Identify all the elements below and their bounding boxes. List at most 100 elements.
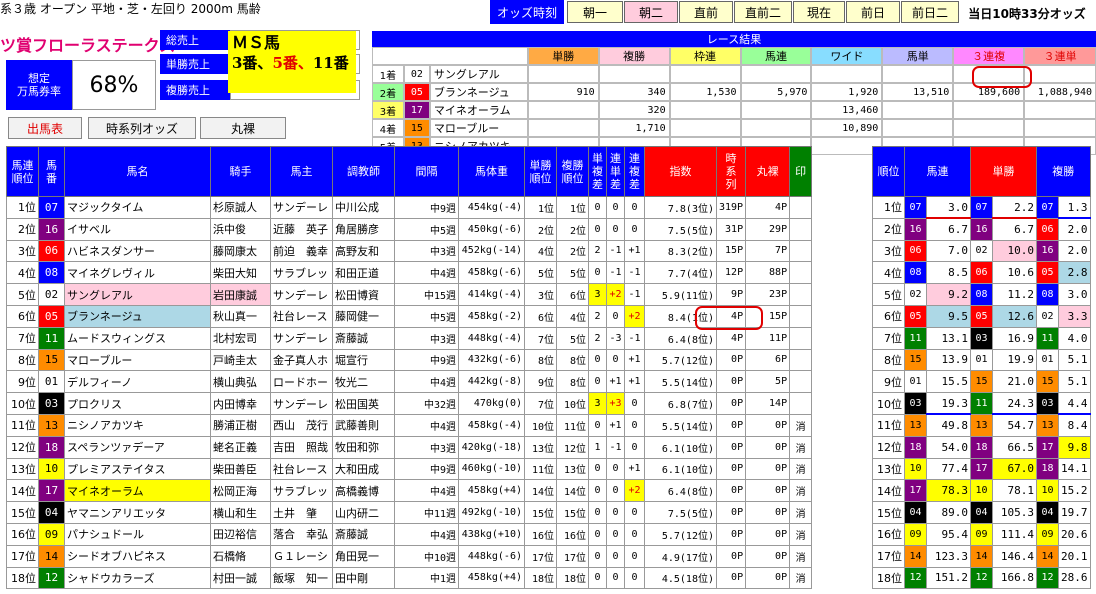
horse-weight: 458kg(-2) — [458, 304, 525, 328]
horse-rank: 5位 — [6, 283, 39, 306]
col-header-0[interactable]: 馬連 順位 — [6, 146, 39, 197]
result-place: 1着 — [372, 65, 404, 83]
col-header-13[interactable]: 指数 — [644, 146, 717, 197]
col-header-10[interactable]: 単複差 — [588, 146, 607, 197]
time-tab-4[interactable]: 現在 — [793, 1, 845, 23]
horse-weight: 442kg(-8) — [458, 370, 525, 394]
horse-jockey: 勝浦正樹 — [210, 413, 271, 437]
horse-mark — [789, 283, 813, 306]
horse-naked: 6P — [745, 348, 791, 372]
time-tab-6[interactable]: 前日二 — [901, 1, 959, 23]
horse-ts: 15P — [715, 239, 747, 263]
side-header-2[interactable]: 単勝 — [970, 146, 1037, 197]
horse-row[interactable]: 9位 01 デルフィーノ 横山典弘 ロードホー 牧光二 中4週 442kg(-8) 9位 8位 0 +… — [6, 370, 813, 394]
horse-num: 13 — [38, 413, 65, 437]
horse-row[interactable]: 14位 17 マイネオーラム 松岡正海 サラブレッ 高橋義博 中4週 458kg(+4) 14位… — [6, 479, 813, 503]
horse-weight: 414kg(-4) — [458, 283, 525, 306]
col-header-16[interactable]: 印 — [789, 146, 813, 197]
horse-d2: -1 — [606, 435, 625, 459]
horse-name: シードオブハピネス — [64, 544, 211, 568]
horse-trainer: 高野友和 — [332, 239, 395, 263]
timeseries-odds-button[interactable]: 時系列オッズ — [88, 117, 196, 139]
result-payout: 1,920 — [811, 83, 883, 101]
horse-d1: 0 — [588, 261, 607, 285]
horse-d1: 0 — [588, 217, 607, 241]
horse-jockey: 藤岡康太 — [210, 239, 271, 263]
horse-interval: 中9週 — [394, 348, 459, 372]
side-header-3[interactable]: 複勝 — [1036, 146, 1091, 197]
horse-index: 5.5(14位) — [644, 413, 717, 437]
horse-d2: 0 — [606, 479, 625, 503]
naked-button[interactable]: 丸裸 — [200, 117, 286, 139]
horse-row[interactable]: 6位 05 ブランネージュ 秋山真一 社台レース 藤岡健一 中5週 458kg(-2) 6位 4位… — [6, 304, 813, 328]
col-header-7[interactable]: 馬体重 — [458, 146, 525, 197]
horse-naked: 4P — [745, 196, 791, 219]
horse-owner: サンデーレ — [270, 392, 333, 415]
horse-d2: +1 — [606, 370, 625, 394]
horse-weight: 460kg(-10) — [458, 457, 525, 481]
side-horse-num: 13 — [970, 413, 993, 437]
horse-interval: 中4週 — [394, 522, 459, 546]
horse-row[interactable]: 3位 06 ハビネスダンサー 藤岡康太 前迫 義幸 高野友和 中3週 452kg(-14) 4位… — [6, 239, 813, 263]
side-header-0[interactable]: 順位 — [872, 146, 905, 197]
horse-row[interactable]: 10位 03 プロクリス 内田博幸 サンデーレ 松田国英 中32週 470kg(0) 7位 10位… — [6, 392, 813, 415]
result-payout — [669, 101, 741, 119]
side-horse-num: 12 — [970, 566, 993, 590]
horse-row[interactable]: 13位 10 プレミアステイタス 柴田善臣 社台レース 大和田成 中9週 460kg(-10)… — [6, 457, 813, 481]
entry-table-button[interactable]: 出馬表 — [8, 117, 82, 139]
side-rank: 9位 — [872, 370, 905, 394]
horse-ts: 0P — [715, 501, 747, 524]
col-header-6[interactable]: 間隔 — [394, 146, 459, 197]
side-odds: 3.3 — [1058, 304, 1091, 328]
horse-trainer: 田中剛 — [332, 566, 395, 590]
horse-name: サングレアル — [64, 283, 211, 306]
horse-rank: 6位 — [6, 304, 39, 328]
horse-row[interactable]: 16位 09 パナシュドール 田辺裕信 落合 幸弘 斎藤誠 中4週 438kg(+10) 16位… — [6, 522, 813, 546]
time-tab-0[interactable]: 朝一 — [567, 1, 623, 23]
horse-row[interactable]: 2位 16 イサベル 浜中俊 近藤 英子 角居勝彦 中5週 450kg(-6) 2位 2位 0 0 0 7… — [6, 217, 813, 241]
time-tab-2[interactable]: 直前 — [679, 1, 733, 23]
col-header-2[interactable]: 馬名 — [64, 146, 211, 197]
horse-d1: 2 — [588, 304, 607, 328]
side-horse-num: 11 — [970, 392, 993, 415]
col-header-12[interactable]: 連複差 — [624, 146, 645, 197]
time-tab-3[interactable]: 直前二 — [734, 1, 792, 23]
col-header-15[interactable]: 丸裸 — [745, 146, 791, 197]
col-header-14[interactable]: 時系列 — [715, 146, 747, 197]
horse-row[interactable]: 11位 13 ニシノアカツキ 勝浦正樹 西山 茂行 武藤善則 中4週 458kg(-4) 10位… — [6, 413, 813, 437]
horse-mark: 消 — [789, 544, 813, 568]
horse-row[interactable]: 7位 11 ムードスウィングス 北村宏司 サンデーレ 斎藤誠 中3週 448kg(-4) 7位 5… — [6, 326, 813, 350]
col-header-4[interactable]: 馬主 — [270, 146, 333, 197]
horse-naked: 5P — [745, 370, 791, 394]
horse-row[interactable]: 4位 08 マイネグレヴィル 柴田大知 サラブレッ 和田正道 中4週 458kg(-6) 5位 5… — [6, 261, 813, 285]
horse-row[interactable]: 8位 15 マローブルー 戸崎圭太 金子真人ホ 堀宣行 中9週 432kg(-6) 8位 8位 0 0… — [6, 348, 813, 372]
side-horse-num: 05 — [904, 304, 927, 328]
horse-win_rank: 5位 — [524, 261, 557, 285]
col-header-11[interactable]: 連単差 — [606, 146, 625, 197]
time-tab-5[interactable]: 前日 — [846, 1, 900, 23]
horse-row[interactable]: 12位 18 スペランツァデーア 蛯名正義 吉田 照哉 牧田和弥 中3週 420kg(-18)… — [6, 435, 813, 459]
horse-row[interactable]: 18位 12 シャドウカラーズ 村田一誠 飯塚 知一 田中剛 中1週 458kg(+4) 18位… — [6, 566, 813, 590]
side-header-1[interactable]: 馬連 — [904, 146, 971, 197]
horse-row[interactable]: 5位 02 サングレアル 岩田康誠 サンデーレ 松田博資 中15週 414kg(-4) 3位 6位… — [6, 283, 813, 306]
horse-owner: 近藤 英子 — [270, 217, 333, 241]
horse-row[interactable]: 17位 14 シードオブハピネス 石橋脩 Ｇ１レーシ 角田晃一 中10週 448kg(-6) 1… — [6, 544, 813, 568]
horse-d1: 0 — [588, 370, 607, 394]
horse-ts: 12P — [715, 261, 747, 285]
horse-owner: サンデーレ — [270, 283, 333, 306]
col-header-8[interactable]: 単勝 順位 — [524, 146, 557, 197]
side-horse-num: 16 — [970, 217, 993, 241]
side-row: 13位 10 77.4 17 67.0 18 14.1 — [872, 457, 1091, 481]
horse-row[interactable]: 15位 04 ヤマニンアリエッタ 横山和生 土井 肇山内研二 中11週 492kg(-10)… — [6, 501, 813, 524]
horse-naked: 29P — [745, 217, 791, 241]
col-header-3[interactable]: 騎手 — [210, 146, 271, 197]
horse-num: 03 — [38, 392, 65, 415]
col-header-9[interactable]: 複勝 順位 — [556, 146, 589, 197]
time-tab-1[interactable]: 朝二 — [624, 1, 678, 23]
horse-index: 4.5(18位) — [644, 566, 717, 590]
col-header-5[interactable]: 調教師 — [332, 146, 395, 197]
horse-mark — [789, 392, 813, 415]
side-rank: 12位 — [872, 435, 905, 459]
horse-row[interactable]: 1位 07 マジックタイム 杉原誠人 サンデーレ 中川公成 中9週 454kg(-4) 1位 1位… — [6, 196, 813, 219]
col-header-1[interactable]: 馬番 — [38, 146, 65, 197]
